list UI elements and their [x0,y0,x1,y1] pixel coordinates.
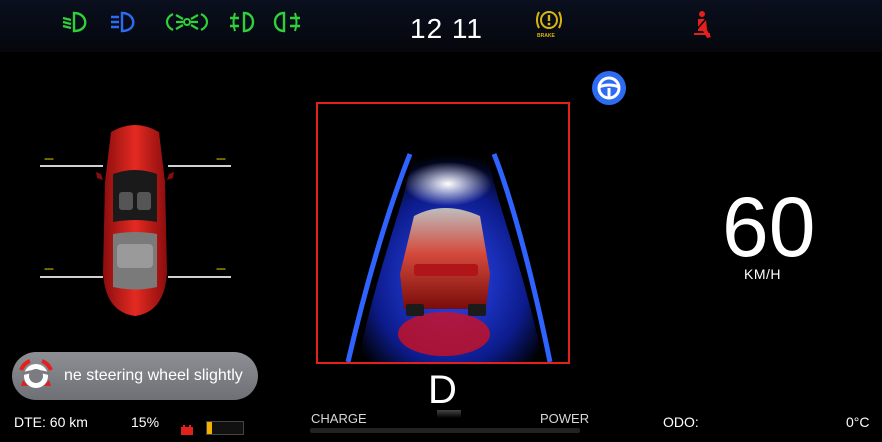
low-beam-icon [60,10,96,34]
battery-percent: 15% [131,414,160,430]
high-beam-icon [108,10,144,34]
rear-left-tire-line [40,276,103,278]
car-top-view [96,125,174,316]
front-right-tire-pressure: --- [216,151,226,165]
parking-brake-icon: BRAKE [534,8,564,42]
distance-to-empty: DTE: 60 km [14,414,88,430]
battery-bar [206,421,244,435]
tire-pressure-panel: --- --- --- --- [0,110,270,330]
front-fog-light-icon [226,10,262,34]
rear-right-tire-pressure: --- [216,261,226,275]
steering-wheel-warning-icon [18,358,54,394]
outside-temperature: 0°C [846,414,870,430]
front-left-tire-pressure: --- [44,151,54,165]
gear-reflection [437,410,461,418]
alert-toast: ne steering wheel slightly [12,352,258,400]
parking-lights-icon [163,10,211,34]
power-meter [310,428,580,433]
speed-unit: KM/H [744,266,781,282]
clock: 12 11 [410,13,483,44]
steering-assist-icon [592,71,626,105]
alert-message: ne steering wheel slightly [64,367,243,384]
front-right-tire-line [168,165,231,167]
speed-value: 60 [722,180,816,274]
power-label: POWER [540,411,590,426]
brake-label: BRAKE [537,33,555,39]
rear-fog-light-icon [270,10,306,34]
rear-left-tire-pressure: --- [44,261,54,275]
odometer-label: ODO: [663,414,699,430]
battery-bar-fill [207,422,213,434]
seatbelt-warning-icon [690,10,714,40]
charge-label: CHARGE [311,411,367,426]
front-left-tire-line [40,165,103,167]
gear-indicator: D [428,368,457,412]
rear-right-tire-line [168,276,231,278]
battery-icon [180,423,194,435]
lane-assist-view [316,102,570,364]
